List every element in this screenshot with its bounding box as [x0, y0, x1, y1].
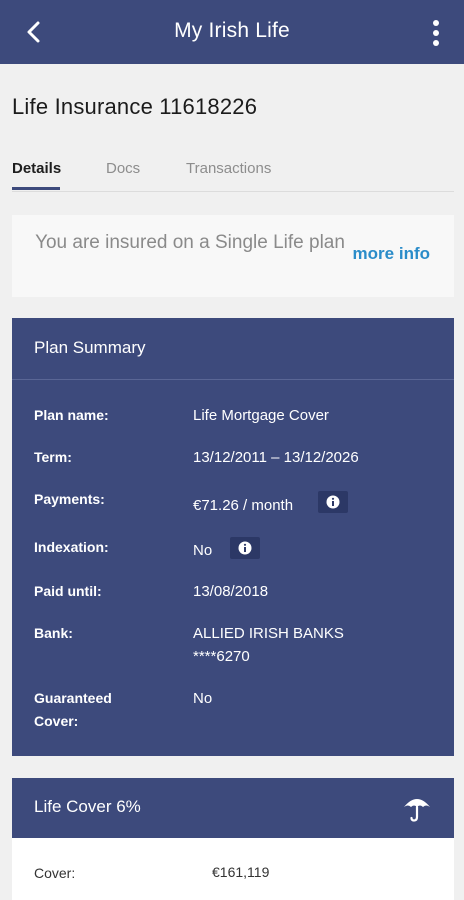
payments-value: €71.26 / month — [193, 497, 294, 514]
page-title: Life Insurance 11618226 — [12, 94, 258, 119]
more-info-link[interactable]: more info — [353, 244, 430, 264]
plan-summary-card: Plan Summary Plan name: Life Mortgage Co… — [12, 318, 454, 756]
info-icon — [238, 541, 252, 555]
tab-docs[interactable]: Docs — [106, 160, 140, 177]
indexation-value: No — [193, 542, 213, 559]
term-value: 13/12/2011 – 13/12/2026 — [193, 449, 359, 466]
bank-account-value: ****6270 — [193, 648, 250, 665]
indexation-label: Indexation: — [34, 539, 109, 555]
tab-transactions[interactable]: Transactions — [186, 160, 271, 177]
indexation-info-button[interactable] — [230, 537, 260, 559]
paid-until-label: Paid until: — [34, 583, 102, 599]
guaranteed-label-line2: Cover: — [34, 713, 79, 729]
plan-name-label: Plan name: — [34, 407, 109, 423]
app-title: My Irish Life — [174, 19, 290, 42]
life-cover-header[interactable]: Life Cover 6% — [12, 778, 454, 838]
plan-name-value: Life Mortgage Cover — [193, 407, 329, 424]
guaranteed-value: No — [193, 690, 213, 707]
guaranteed-label-line1: Guaranteed — [34, 690, 112, 706]
info-icon — [326, 495, 340, 509]
single-life-notice: You are insured on a Single Life plan mo… — [12, 215, 454, 297]
payments-label: Payments: — [34, 491, 105, 507]
cover-value: €161,119 — [212, 864, 270, 880]
paid-until-value: 13/08/2018 — [193, 583, 269, 600]
active-tab-indicator — [12, 187, 60, 190]
bank-label: Bank: — [34, 625, 73, 641]
bank-name-value: ALLIED IRISH BANKS — [193, 625, 344, 642]
life-cover-card: Life Cover 6% Cover: €161,119 — [12, 778, 454, 900]
tab-bar: Details Docs Transactions — [12, 150, 454, 192]
life-cover-heading: Life Cover 6% — [34, 797, 141, 816]
tab-details[interactable]: Details — [12, 160, 61, 177]
cover-label: Cover: — [34, 865, 76, 881]
payments-info-button[interactable] — [318, 491, 348, 513]
term-label: Term: — [34, 449, 72, 465]
more-vertical-icon[interactable] — [432, 19, 440, 47]
app-bar: My Irish Life — [0, 0, 464, 64]
plan-summary-heading: Plan Summary — [34, 338, 146, 357]
notice-text: You are insured on a Single Life plan — [35, 232, 345, 253]
umbrella-icon — [404, 799, 430, 822]
plan-summary-header: Plan Summary — [12, 318, 454, 380]
